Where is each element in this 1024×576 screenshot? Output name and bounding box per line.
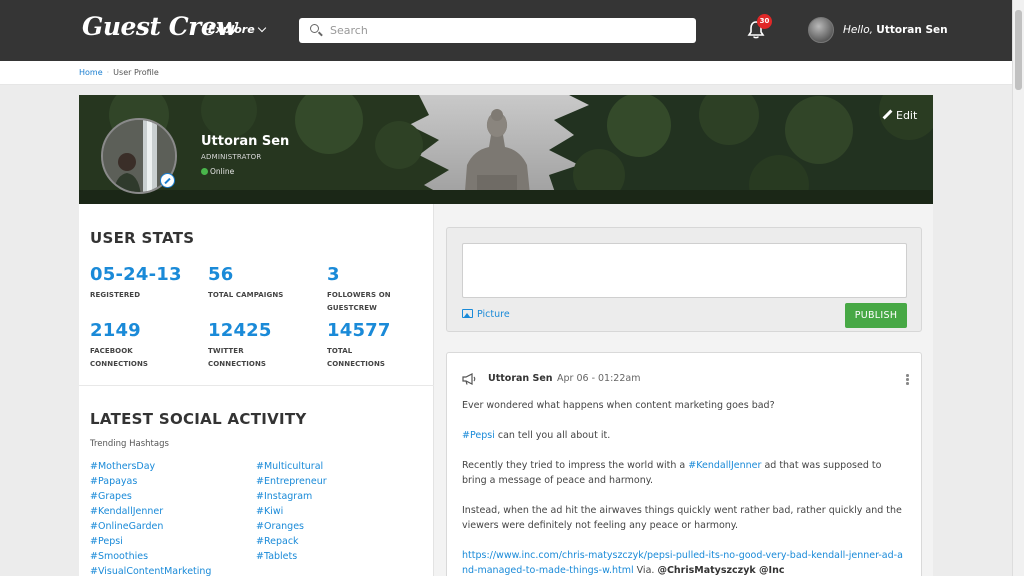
edit-cover-button[interactable]: Edit: [882, 109, 917, 122]
online-status: Online: [201, 167, 234, 176]
add-picture-button[interactable]: Picture: [462, 309, 510, 320]
hashtag-link[interactable]: #Multicultural: [256, 459, 421, 474]
user-name: Uttoran Sen: [876, 24, 948, 36]
stat-label: TOTAL CONNECTIONS: [327, 347, 386, 368]
post-paragraph: Recently they tried to impress the world…: [462, 458, 907, 488]
breadcrumb: Home · User Profile: [79, 68, 159, 77]
user-stats-title: USER STATS: [90, 229, 195, 247]
breadcrumb-separator: ·: [106, 68, 110, 77]
profile-role: ADMINISTRATOR: [201, 153, 262, 161]
post-textarea[interactable]: [462, 243, 907, 298]
search-bar[interactable]: [299, 18, 696, 43]
post-text: can tell you all about it.: [494, 430, 611, 441]
hashtag-link[interactable]: #Pepsi: [462, 430, 495, 441]
megaphone-icon: [462, 373, 476, 385]
online-dot-icon: [201, 168, 208, 175]
post-composer: Picture PUBLISH: [446, 227, 922, 332]
post-timestamp: Apr 06 - 01:22am: [557, 373, 641, 384]
search-input[interactable]: [330, 21, 680, 40]
page-scrollbar[interactable]: [1012, 0, 1024, 576]
hashtag-link[interactable]: #Kiwi: [256, 504, 421, 519]
top-navbar: Guest Crew Explore 30 Hello, Uttoran Sen: [0, 0, 1012, 61]
hashtag-link[interactable]: #Instagram: [256, 489, 421, 504]
stat-registered: 05-24-13 REGISTERED: [90, 264, 200, 302]
via-label: Via.: [633, 565, 658, 576]
stat-twitter: 12425 TWITTER CONNECTIONS: [208, 320, 288, 371]
notification-badge: 30: [757, 14, 772, 29]
stat-value: 12425: [208, 320, 272, 341]
post-body: Ever wondered what happens when content …: [462, 398, 907, 576]
stat-value: 05-24-13: [90, 264, 182, 285]
chevron-down-icon: [257, 23, 266, 33]
explore-menu[interactable]: Explore: [208, 23, 266, 36]
hashtag-link[interactable]: #Grapes: [90, 489, 255, 504]
hashtag-link[interactable]: #KendallJenner: [90, 504, 255, 519]
search-icon: [310, 24, 319, 33]
breadcrumb-home-link[interactable]: Home: [79, 68, 103, 77]
hashtag-link[interactable]: #VisualContentMarketing: [90, 564, 255, 576]
profile-name: Uttoran Sen: [201, 134, 290, 149]
stat-value: 56: [208, 264, 234, 285]
hashtag-link[interactable]: #MothersDay: [90, 459, 255, 474]
breadcrumb-bar: Home · User Profile: [0, 61, 1012, 85]
profile-cover-photo: [79, 95, 933, 204]
cover-image: [79, 95, 933, 204]
hashtag-link[interactable]: #Oranges: [256, 519, 421, 534]
hashtag-list-right: #Multicultural #Entrepreneur #Instagram …: [256, 459, 421, 564]
picture-icon: [462, 309, 473, 318]
status-text: Online: [210, 167, 235, 176]
post-paragraph: #Pepsi can tell you all about it.: [462, 428, 907, 443]
section-divider: [79, 385, 434, 386]
via-handles[interactable]: @ChrisMatyszczyk @Inc: [657, 565, 784, 576]
stat-total: 14577 TOTAL CONNECTIONS: [327, 320, 407, 371]
explore-label: Explore: [208, 23, 255, 36]
stat-label: FOLLOWERS ON GUESTCREW: [327, 291, 391, 312]
hashtag-link[interactable]: #Smoothies: [90, 549, 255, 564]
pencil-icon: [882, 109, 893, 120]
post-paragraph: Ever wondered what happens when content …: [462, 400, 775, 411]
stat-value: 2149: [90, 320, 141, 341]
stat-facebook: 2149 FACEBOOK CONNECTIONS: [90, 320, 170, 371]
hashtag-link[interactable]: #KendallJenner: [688, 460, 761, 471]
stat-label: FACEBOOK CONNECTIONS: [90, 347, 149, 368]
edit-label: Edit: [896, 109, 918, 122]
stat-label: REGISTERED: [90, 291, 141, 299]
stat-value: 14577: [327, 320, 391, 341]
hashtag-link[interactable]: #OnlineGarden: [90, 519, 255, 534]
hashtag-link[interactable]: #Tablets: [256, 549, 421, 564]
post-text: Recently they tried to impress the world…: [462, 460, 689, 471]
activity-post: Uttoran Sen Apr 06 - 01:22am Ever wonder…: [446, 352, 922, 576]
stat-followers: 3 FOLLOWERS ON GUESTCREW: [327, 264, 417, 315]
stat-value: 3: [327, 264, 340, 285]
picture-label: Picture: [477, 309, 510, 320]
stat-label: TWITTER CONNECTIONS: [208, 347, 267, 368]
greeting-text: Hello,: [843, 24, 873, 36]
hashtag-link[interactable]: #Pepsi: [90, 534, 255, 549]
hashtag-link[interactable]: #Entrepreneur: [256, 474, 421, 489]
publish-button[interactable]: PUBLISH: [845, 303, 907, 328]
trending-hashtags-label: Trending Hashtags: [90, 439, 169, 449]
stat-campaigns: 56 TOTAL CAMPAIGNS: [208, 264, 318, 302]
stat-label: TOTAL CAMPAIGNS: [208, 291, 284, 299]
post-author[interactable]: Uttoran Sen: [488, 373, 553, 384]
breadcrumb-current: User Profile: [113, 68, 159, 77]
post-paragraph: https://www.inc.com/chris-matyszczyk/pep…: [462, 548, 907, 576]
post-paragraph: Instead, when the ad hit the airwaves th…: [462, 505, 902, 531]
hashtag-list-left: #MothersDay #Papayas #Grapes #KendallJen…: [90, 459, 255, 576]
kebab-menu-icon[interactable]: [906, 374, 909, 385]
avatar[interactable]: [808, 17, 834, 43]
hashtag-link[interactable]: #Repack: [256, 534, 421, 549]
hashtag-link[interactable]: #Papayas: [90, 474, 255, 489]
edit-avatar-button[interactable]: [160, 173, 175, 188]
social-activity-title: LATEST SOCIAL ACTIVITY: [90, 410, 307, 428]
scrollbar-thumb[interactable]: [1015, 10, 1022, 90]
user-greeting[interactable]: Hello, Uttoran Sen: [843, 24, 948, 36]
